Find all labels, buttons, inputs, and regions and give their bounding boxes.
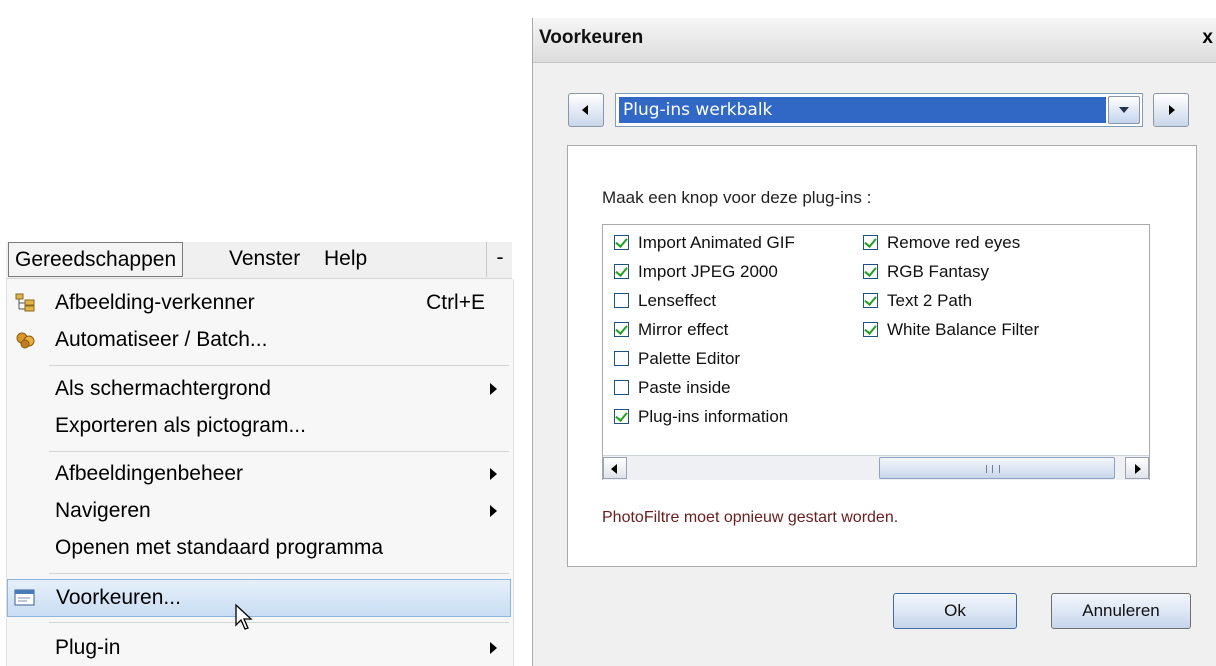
category-selected-value: Plug-ins werkbalk — [619, 97, 1106, 123]
menu-item-label: Exporteren als pictogram... — [55, 414, 306, 437]
menu-separator — [49, 622, 509, 623]
arrow-left-icon — [582, 105, 588, 115]
checkbox[interactable] — [614, 351, 629, 366]
menu-item-label: Openen met standaard programma — [55, 536, 384, 559]
plugin-label: Import JPEG 2000 — [638, 262, 778, 281]
plugins-heading: Maak een knop voor deze plug-ins : — [602, 188, 872, 207]
arrow-left-icon — [611, 464, 617, 474]
preferences-dialog: Voorkeuren x Plug-ins werkbalk Maak een … — [532, 18, 1216, 666]
checkbox[interactable] — [863, 322, 878, 337]
menu-item-label: Afbeeldingenbeheer — [55, 462, 243, 485]
checkbox[interactable] — [863, 235, 878, 250]
plugin-label: White Balance Filter — [887, 320, 1040, 339]
ok-button[interactable]: Ok — [893, 593, 1017, 629]
arrow-right-icon — [1169, 105, 1175, 115]
menu-item-label: Voorkeuren... — [56, 586, 181, 609]
menu-item-label: Afbeelding-verkenner — [55, 291, 255, 314]
menu-item-afbeelding-verkenner[interactable]: Afbeelding-verkenner Ctrl+E — [7, 285, 513, 321]
checkbox[interactable] — [614, 322, 629, 337]
checkbox[interactable] — [614, 264, 629, 279]
shortcut-label: Ctrl+E — [426, 291, 485, 314]
window-icon — [14, 589, 35, 606]
menu-item-afbeeldingenbeheer[interactable]: Afbeeldingenbeheer — [7, 456, 513, 492]
menu-item-plug-in[interactable]: Plug-in — [7, 630, 513, 666]
menu-separator — [49, 451, 509, 452]
plugin-label: Palette Editor — [638, 349, 741, 368]
plugin-label: Text 2 Path — [887, 291, 973, 310]
check-icon — [864, 293, 877, 306]
restart-warning: PhotoFiltre moet opnieuw gestart worden. — [602, 509, 899, 526]
menu-separator — [49, 573, 509, 574]
menu-item-automatiseer-batch[interactable]: Automatiseer / Batch... — [7, 322, 513, 358]
menu-item-als-schermachtergrond[interactable]: Als schermachtergrond — [7, 371, 513, 407]
menu-item-label: Als schermachtergrond — [55, 377, 271, 400]
menu-item-exporteren-als-pictogram[interactable]: Exporteren als pictogram... — [7, 408, 513, 444]
menu-tab-help[interactable]: Help — [324, 242, 367, 276]
submenu-arrow-icon — [490, 505, 497, 517]
folder-tree-icon — [15, 293, 35, 312]
checkbox[interactable] — [863, 264, 878, 279]
submenu-arrow-icon — [490, 468, 497, 480]
checkbox[interactable] — [614, 235, 629, 250]
submenu-arrow-icon — [490, 642, 497, 654]
scrollbar-thumb[interactable] — [879, 457, 1115, 479]
plugin-label: Plug-ins information — [638, 407, 789, 426]
check-icon — [615, 235, 628, 248]
checkbox[interactable] — [863, 293, 878, 308]
checkbox[interactable] — [614, 409, 629, 424]
arrow-right-icon — [1135, 464, 1141, 474]
menu-tab-gereedschappen[interactable]: Gereedschappen — [8, 242, 184, 277]
chevron-down-icon — [1119, 107, 1129, 113]
previous-category-button[interactable] — [568, 93, 604, 127]
plugin-label: Mirror effect — [638, 320, 729, 339]
menu-item-label: Automatiseer / Batch... — [55, 328, 268, 351]
menu-item-label: Plug-in — [55, 636, 121, 659]
menu-item-navigeren[interactable]: Navigeren — [7, 493, 513, 529]
dialog-title-bar: Voorkeuren x — [533, 18, 1216, 63]
tools-dropdown-menu: Afbeelding-verkenner Ctrl+E Automatiseer… — [6, 279, 514, 666]
grip-icon — [986, 465, 1000, 473]
check-icon — [615, 322, 628, 335]
checkbox[interactable] — [614, 380, 629, 395]
close-button[interactable]: x — [1202, 27, 1213, 49]
plugin-label: Remove red eyes — [887, 233, 1021, 252]
next-category-button[interactable] — [1153, 93, 1189, 127]
minimize-button[interactable]: - — [486, 242, 513, 277]
horizontal-scrollbar[interactable] — [603, 455, 1149, 480]
check-icon — [864, 322, 877, 335]
cancel-button[interactable]: Annuleren — [1051, 593, 1191, 629]
submenu-arrow-icon — [490, 383, 497, 395]
mouse-cursor-icon — [235, 603, 253, 630]
scroll-right-button[interactable] — [1125, 457, 1149, 479]
menu-separator — [49, 365, 509, 366]
dialog-title: Voorkeuren — [539, 27, 644, 48]
scroll-left-button[interactable] — [603, 457, 627, 479]
plugin-label: Lenseffect — [638, 291, 717, 310]
menu-bar: Gereedschappen Venster Help - — [6, 242, 512, 279]
check-icon — [864, 235, 877, 248]
menu-item-openen-met-standaard-programma[interactable]: Openen met standaard programma — [7, 530, 513, 566]
plugin-label: Import Animated GIF — [638, 233, 795, 252]
category-select[interactable]: Plug-ins werkbalk — [615, 93, 1143, 127]
plugins-checklist: Import Animated GIF Import JPEG 2000 Len… — [602, 224, 1150, 480]
menu-tab-venster[interactable]: Venster — [229, 242, 300, 276]
batch-icon — [16, 332, 35, 349]
menu-item-label: Navigeren — [55, 499, 151, 522]
check-icon — [864, 264, 877, 277]
plugin-label: RGB Fantasy — [887, 262, 990, 281]
check-icon — [615, 264, 628, 277]
check-icon — [615, 409, 628, 422]
dropdown-button[interactable] — [1108, 96, 1140, 124]
checkbox[interactable] — [614, 293, 629, 308]
menu-item-voorkeuren[interactable]: Voorkeuren... — [7, 579, 511, 617]
plugin-label: Paste inside — [638, 378, 731, 397]
plugins-panel: Maak een knop voor deze plug-ins : Impor… — [567, 145, 1197, 567]
